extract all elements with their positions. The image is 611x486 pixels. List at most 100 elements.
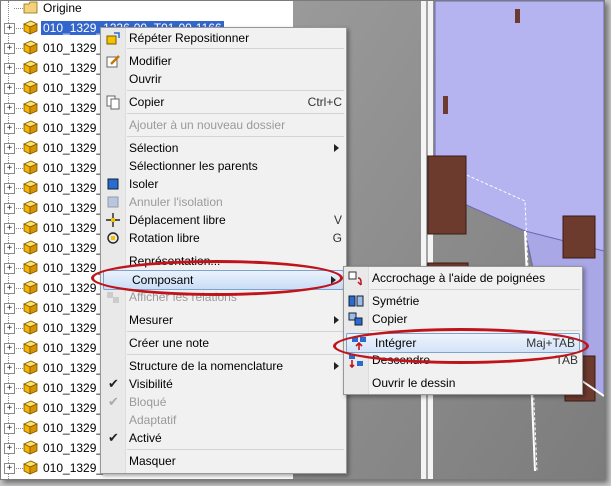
tree-item-label: 010_1329_ [43,341,104,355]
tree-connector [14,368,23,369]
expand-icon[interactable]: + [4,163,15,174]
tree-item-label: 010_1329_ [43,261,104,275]
tree-connector [14,288,23,289]
checkmark-icon: ✔ [108,394,119,409]
select-parents-menu-item[interactable]: Sélectionner les parents [101,157,346,175]
create-note-menu-item[interactable]: Créer une note [101,334,346,352]
tree-connector [14,168,23,169]
isolate-icon [105,176,121,192]
expand-icon[interactable]: + [4,23,15,34]
copy-menu-item[interactable]: Copier Ctrl+C [101,93,346,111]
expand-icon[interactable]: + [4,43,15,54]
expand-icon[interactable]: + [4,203,15,214]
expand-icon[interactable]: + [4,283,15,294]
visibility-menu-item[interactable]: ✔ Visibilité [101,375,346,393]
sub-sub-copy-menu-item[interactable]: Copier [344,310,582,328]
menu-item-label: Copier [372,312,408,326]
component-icon [23,160,38,175]
expand-icon[interactable]: + [4,343,15,354]
grounded-menu-item: ✔ Bloqué [101,393,346,411]
shortcut-label: V [333,213,342,227]
tree-item-label: 010_1329_ [43,201,104,215]
mirror-icon [348,293,364,309]
component-menu-item[interactable]: Composant [103,270,344,290]
expand-icon[interactable]: + [4,63,15,74]
tree-connector [14,248,23,249]
edit-icon [105,53,121,69]
component-icon [23,260,38,275]
context-menu: Répéter Repositionner Modifier Ouvrir Copie… [100,27,347,474]
sub-mirror-menu-item[interactable]: Symétrie [344,292,582,310]
tree-item-label: 010_1329_ [43,101,104,115]
free-rotate-menu-item[interactable]: Rotation libre G [101,229,346,247]
bom-structure-menu-item[interactable]: Structure de la nomenclature [101,357,346,375]
tree-item-origin[interactable]: Origine [1,1,293,18]
menu-item-label: Modifier [129,54,172,68]
tree-item-label: 010_1329_ [43,141,104,155]
tree-connector [14,428,23,429]
expand-icon[interactable]: + [4,423,15,434]
shortcut-label: G [332,231,342,245]
expand-icon[interactable]: + [4,443,15,454]
expand-icon[interactable]: + [4,323,15,334]
tree-item-label: 010_1329_ [43,281,104,295]
expand-icon[interactable]: + [4,243,15,254]
modify-menu-item[interactable]: Modifier [101,52,346,70]
component-icon [23,20,38,35]
selection-menu-item[interactable]: Sélection [101,139,346,157]
component-icon [23,80,38,95]
menu-item-label: Composant [132,273,194,287]
expand-icon[interactable]: + [4,403,15,414]
undo-isolate-menu-item: Annuler l'isolation [101,193,346,211]
enabled-menu-item[interactable]: ✔ Activé [101,429,346,447]
sub-grip-snap-menu-item[interactable]: Accrochage à l'aide de poignées [344,269,582,287]
isolate-menu-item[interactable]: Isoler [101,175,346,193]
menu-item-label: Mesurer [129,313,174,327]
expand-icon[interactable]: + [4,103,15,114]
tree-item-label: 010_1329_ [43,421,104,435]
snap-icon [348,270,364,286]
expand-icon[interactable]: + [4,143,15,154]
repeat-reposition-menu-item[interactable]: Répéter Repositionner [101,29,346,47]
component-icon [23,60,38,75]
component-icon [23,200,38,215]
checkmark-icon: ✔ [108,376,119,391]
move-icon [105,212,121,228]
show-relations-menu-item: Afficher les relations [101,288,346,306]
submenu-arrow-icon [334,144,339,152]
tree-item-label: 010_1329_ [43,381,104,395]
component-icon [23,240,38,255]
open-menu-item[interactable]: Ouvrir [101,70,346,88]
expand-icon[interactable]: + [4,123,15,134]
tree-connector [14,228,23,229]
sub-demote-menu-item[interactable]: Descendre TAB [344,351,582,369]
menu-item-label: Structure de la nomenclature [129,359,284,373]
menu-separator [127,354,344,355]
expand-icon[interactable]: + [4,303,15,314]
menu-item-label: Isoler [129,177,159,191]
component-icon [23,460,38,475]
representation-menu-item[interactable]: Représentation... [101,252,346,270]
expand-icon[interactable]: + [4,383,15,394]
expand-icon[interactable]: + [4,463,15,474]
brown-block [562,215,596,259]
sub-promote-menu-item[interactable]: Intégrer Maj+TAB [346,333,580,353]
expand-icon[interactable]: + [4,223,15,234]
measure-menu-item[interactable]: Mesurer [101,311,346,329]
menu-separator [127,48,344,49]
tree-connector [14,328,23,329]
expand-icon[interactable]: + [4,263,15,274]
tree-connector [14,128,23,129]
expand-icon[interactable]: + [4,363,15,374]
hide-menu-item[interactable]: Masquer [101,452,346,470]
submenu-arrow-icon [334,362,339,370]
expand-icon[interactable]: + [4,83,15,94]
relations-icon [105,289,121,305]
tree-connector [14,188,23,189]
tree-item-label: 010_1329_ [43,41,104,55]
tree-item-label: 010_1329_ [43,161,104,175]
sub-open-drawing-menu-item[interactable]: Ouvrir le dessin [344,374,582,392]
free-move-menu-item[interactable]: Déplacement libre V [101,211,346,229]
folder-icon [23,1,38,15]
expand-icon[interactable]: + [4,183,15,194]
